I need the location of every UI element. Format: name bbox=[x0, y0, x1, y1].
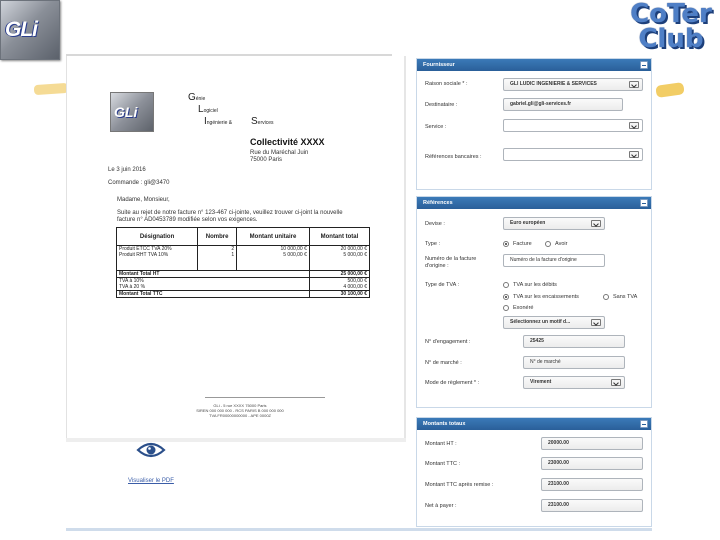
numero-origine-input[interactable]: Numéro de la facture d'origine bbox=[503, 254, 605, 267]
numero-origine-label: Numéro de la facture d'origine : bbox=[425, 256, 477, 269]
decorative-brush-right bbox=[655, 82, 685, 98]
chevron-down-icon[interactable] bbox=[591, 220, 601, 227]
montants-panel: Montants totaux Montant HT : 20000.00 Mo… bbox=[416, 417, 652, 527]
chevron-down-icon[interactable] bbox=[611, 379, 621, 386]
type-label: Type : bbox=[425, 241, 440, 247]
montant-ht-label: Montant HT : bbox=[425, 441, 457, 447]
type-tva-label: Type de TVA : bbox=[425, 282, 460, 288]
sans-tva-label: Sans TVA bbox=[613, 294, 638, 300]
references-header: Références bbox=[417, 197, 651, 209]
references-panel: Références Devise : Euro européen Type :… bbox=[416, 196, 652, 408]
col-total: Montant total bbox=[308, 227, 371, 246]
doc-footer-divider bbox=[205, 397, 325, 398]
doc-greeting: Madame, Monsieur, bbox=[117, 197, 170, 203]
company-line-1: Génie bbox=[188, 92, 206, 103]
decorative-brush-left bbox=[33, 82, 69, 96]
collapse-icon[interactable] bbox=[640, 199, 648, 207]
engagement-label: N° d'engagement : bbox=[425, 339, 471, 345]
montants-header: Montants totaux bbox=[417, 418, 651, 430]
chevron-down-icon[interactable] bbox=[629, 81, 639, 88]
coter-logo-line2: Club bbox=[638, 24, 704, 54]
fournisseur-panel: Fournisseur Raison sociale * : GLI LUDIC… bbox=[416, 58, 652, 190]
company-line-4: Services bbox=[251, 116, 274, 127]
net-a-payer-label: Net à payer : bbox=[425, 503, 457, 509]
recipient-name: Collectivité XXXX bbox=[250, 137, 325, 147]
raison-sociale-label: Raison sociale * : bbox=[425, 81, 468, 87]
references-bancaires-select[interactable] bbox=[503, 148, 643, 161]
doc-date: Le 3 juin 2016 bbox=[108, 167, 146, 173]
service-label: Service : bbox=[425, 124, 447, 130]
exonere-label: Exonéré bbox=[513, 305, 534, 311]
fournisseur-header: Fournisseur bbox=[417, 59, 651, 71]
doc-order: Commande : gli@3470 bbox=[108, 180, 170, 186]
mode-reglement-select[interactable]: Virement bbox=[523, 376, 625, 389]
net-a-payer-input[interactable]: 23100.00 bbox=[541, 499, 643, 512]
montant-ttc-input[interactable]: 23000.00 bbox=[541, 457, 643, 470]
chevron-down-icon[interactable] bbox=[629, 122, 639, 129]
montants-title: Montants totaux bbox=[423, 421, 466, 427]
devise-label: Devise : bbox=[425, 221, 445, 227]
company-line-3: Ingénierie & bbox=[204, 116, 233, 127]
tva-debits-radio[interactable] bbox=[503, 282, 509, 288]
montant-ttc-label: Montant TTC : bbox=[425, 461, 461, 467]
montant-ht-input[interactable]: 20000.00 bbox=[541, 437, 643, 450]
doc-footer: GLi - 5 rue XXXX 75000 Paris SIREN 000 0… bbox=[196, 403, 284, 418]
view-pdf-link[interactable]: Visualiser le PDF bbox=[128, 478, 174, 484]
sans-tva-radio[interactable] bbox=[603, 294, 609, 300]
doc-gli-logo: GLi bbox=[110, 92, 154, 132]
mode-reglement-label: Mode de règlement * : bbox=[425, 380, 480, 386]
montant-remise-label: Montant TTC après remise : bbox=[425, 482, 494, 488]
viewer-bottom-border bbox=[66, 438, 406, 442]
gli-logo: GLi bbox=[0, 0, 60, 60]
devise-select[interactable]: Euro européen bbox=[503, 217, 605, 230]
gli-logo-text: GLi bbox=[5, 18, 38, 41]
chevron-down-icon[interactable] bbox=[629, 151, 639, 158]
collapse-icon[interactable] bbox=[640, 420, 648, 428]
doc-gli-logo-text: GLi bbox=[114, 104, 138, 120]
marche-input[interactable]: N° de marché bbox=[523, 356, 625, 369]
destinataire-label: Destinataire : bbox=[425, 102, 458, 108]
type-avoir-radio[interactable] bbox=[545, 241, 551, 247]
service-select[interactable] bbox=[503, 119, 643, 132]
fournisseur-title: Fournisseur bbox=[423, 62, 455, 68]
type-facture-label: Facture bbox=[513, 241, 532, 247]
total-row: Montant Total TTC 30 100,00 € bbox=[116, 289, 371, 298]
collapse-icon[interactable] bbox=[640, 61, 648, 69]
chevron-down-icon[interactable] bbox=[591, 319, 601, 326]
recipient-address: Rue du Maréchal Juin 75000 Paris bbox=[250, 150, 309, 163]
tva-encaissements-label: TVA sur les encaissements bbox=[513, 294, 579, 300]
col-unitaire: Montant unitaire bbox=[236, 227, 310, 246]
doc-body: Suite au rejet de notre facture n° 123-4… bbox=[117, 210, 343, 223]
montant-remise-input[interactable]: 23100.00 bbox=[541, 478, 643, 491]
references-title: Références bbox=[423, 200, 453, 206]
coter-club-logo: CoTer Club bbox=[624, 1, 718, 54]
raison-sociale-select[interactable]: GLI LUDIC INGENIERIE & SERVICES bbox=[503, 78, 643, 91]
tva-debits-label: TVA sur les débits bbox=[513, 282, 557, 288]
type-avoir-label: Avoir bbox=[555, 241, 568, 247]
marche-label: N° de marché : bbox=[425, 360, 462, 366]
tva-encaissements-radio[interactable] bbox=[503, 294, 509, 300]
total-row: Montant Total HT 25 000,00 € bbox=[116, 269, 371, 278]
viewer-right-border bbox=[404, 56, 406, 442]
type-facture-radio[interactable] bbox=[503, 241, 509, 247]
exonere-radio[interactable] bbox=[503, 305, 509, 311]
motif-select[interactable]: Sélectionnez un motif d... bbox=[503, 316, 605, 329]
invoice-table: Désignation Nombre Montant unitaire Mont… bbox=[115, 227, 371, 298]
eye-icon[interactable] bbox=[136, 440, 166, 460]
destinataire-field[interactable]: gabriel.gli@gli-services.fr bbox=[503, 98, 623, 111]
bottom-divider bbox=[66, 528, 652, 531]
col-designation: Désignation bbox=[115, 227, 199, 246]
invoice-table-header: Désignation Nombre Montant unitaire Mont… bbox=[115, 227, 371, 246]
company-line-2: Logiciel bbox=[198, 104, 218, 115]
col-nombre: Nombre bbox=[197, 227, 238, 246]
engagement-input[interactable]: 25425 bbox=[523, 335, 625, 348]
references-bancaires-label: Références bancaires : bbox=[425, 154, 482, 160]
